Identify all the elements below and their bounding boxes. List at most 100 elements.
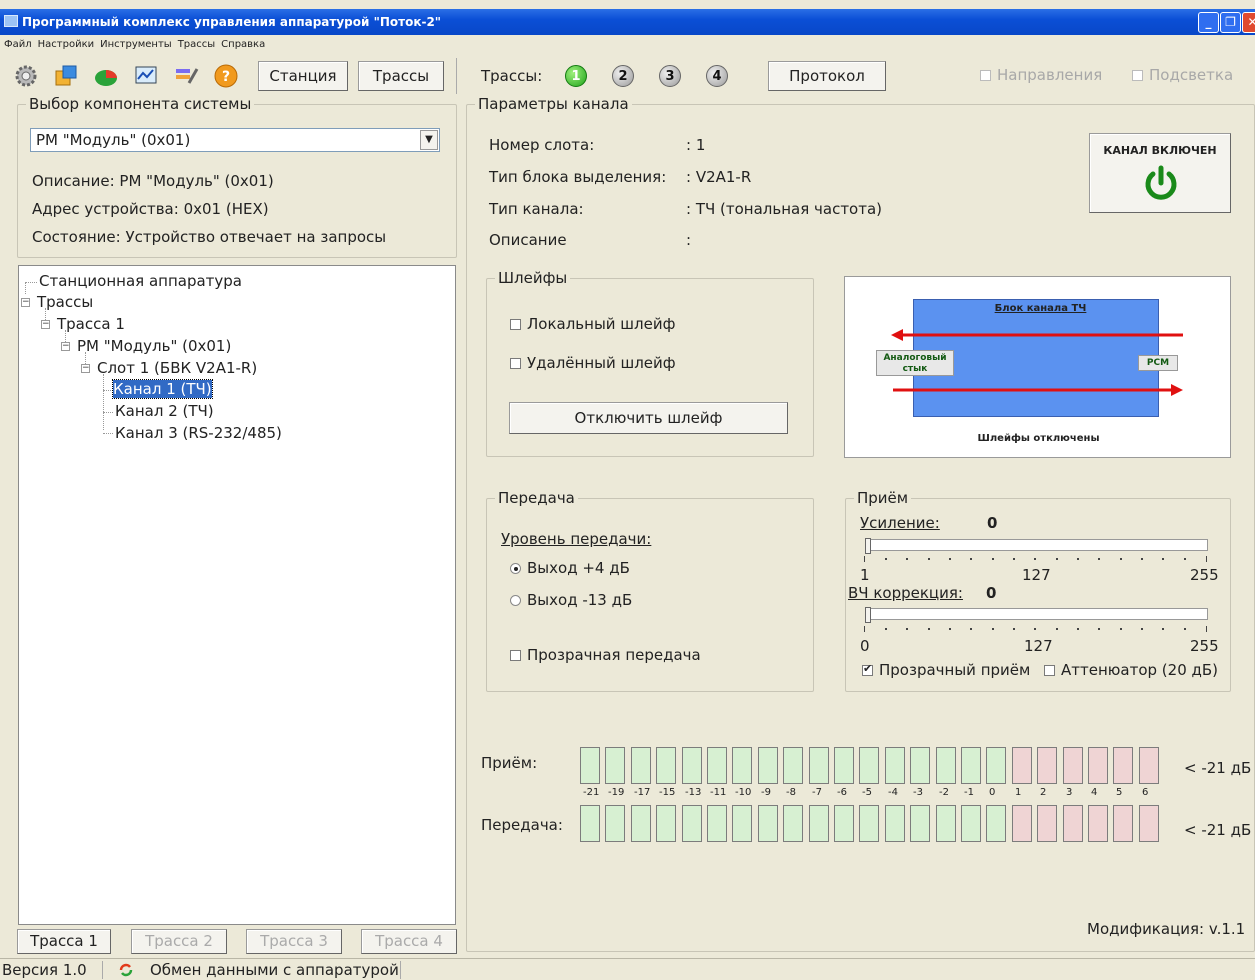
pie-chart-icon[interactable] — [92, 62, 120, 90]
meter-segment — [656, 805, 676, 842]
meter-segment — [1063, 805, 1083, 842]
help-icon[interactable]: ? — [212, 62, 240, 90]
output-minus13-radio[interactable]: Выход -13 дБ — [510, 591, 632, 609]
settings-gear-icon[interactable] — [12, 62, 40, 90]
meter-segment — [707, 805, 727, 842]
toolbar: ? Станция Трассы Трассы: 1 2 3 4 Протоко… — [0, 55, 1255, 95]
meter-segment — [885, 747, 905, 784]
tab-track4[interactable]: Трасса 4 — [361, 929, 457, 954]
restore-button[interactable]: ❐ — [1220, 12, 1241, 33]
local-loop-checkbox[interactable]: Локальный шлейф — [510, 315, 675, 333]
gain-slider-ticks — [864, 556, 1207, 562]
tx-meter-label: Передача: — [481, 816, 563, 834]
meter-scale-label: -15 — [659, 787, 676, 798]
gain-slider-thumb[interactable] — [865, 538, 871, 554]
meter-segment — [605, 805, 625, 842]
meter-segment — [986, 747, 1006, 784]
menu-tracks[interactable]: Трассы — [178, 39, 215, 50]
meter-segment — [783, 805, 803, 842]
meter-segment — [1012, 747, 1032, 784]
disable-loop-button[interactable]: Отключить шлейф — [509, 402, 788, 434]
transparent-receive-checkbox[interactable]: Прозрачный приём — [862, 661, 1030, 679]
dropdown-arrow-icon[interactable]: ▼ — [420, 130, 438, 150]
meter-segment — [936, 805, 956, 842]
meter-scale: -21 -19 -17 -15 -13 -11 -10 -9 -8 -7 -6 -5 -4 -3 -2 -1 0… — [580, 787, 1170, 801]
meter-scale-label: -21 — [583, 787, 600, 798]
tree-item-rm-module[interactable]: РМ "Модуль" (0x01) — [77, 337, 231, 355]
menu-help[interactable]: Справка — [221, 39, 265, 50]
tools-icon[interactable] — [172, 62, 200, 90]
component-select[interactable]: РМ "Модуль" (0x01) ▼ — [30, 128, 440, 152]
tab-track1[interactable]: Трасса 1 — [17, 929, 111, 954]
output-plus4-radio[interactable]: Выход +4 дБ — [510, 559, 630, 577]
meter-scale-label: -11 — [710, 787, 727, 798]
meter-segment — [631, 747, 651, 784]
remote-loop-check-icon — [510, 358, 521, 369]
meter-scale-label: -17 — [634, 787, 651, 798]
monitor-graph-icon[interactable] — [132, 62, 160, 90]
description-value: РМ "Модуль" (0x01) — [119, 172, 274, 190]
channel-type-label: Тип канала: — [489, 200, 584, 218]
meter-scale-label: -3 — [913, 787, 923, 798]
rx-meter-label: Приём: — [481, 754, 538, 772]
transparent-transmit-checkbox[interactable]: Прозрачная передача — [510, 646, 701, 664]
meter-segment — [834, 747, 854, 784]
tree-expander-track1[interactable]: − — [41, 320, 50, 329]
devices-icon[interactable] — [52, 62, 80, 90]
hf-slider-thumb[interactable] — [865, 607, 871, 623]
modification-label: Модификация: v.1.1 — [1087, 920, 1246, 938]
minimize-button[interactable]: _ — [1198, 12, 1219, 33]
meter-segment — [656, 747, 676, 784]
remote-loop-checkbox[interactable]: Удалённый шлейф — [510, 354, 676, 372]
channel-power-button[interactable]: КАНАЛ ВКЛЮЧЕН — [1089, 133, 1231, 213]
close-button[interactable]: ✕ — [1242, 12, 1255, 33]
tree-item-track1[interactable]: Трасса 1 — [57, 315, 125, 333]
station-button[interactable]: Станция — [258, 61, 348, 91]
protocol-button[interactable]: Протокол — [768, 61, 886, 91]
gain-min: 1 — [860, 566, 870, 584]
hf-correction-slider[interactable] — [865, 607, 1208, 623]
menu-file[interactable]: Файл — [4, 39, 32, 50]
menu-settings[interactable]: Настройки — [38, 39, 94, 50]
address-row: Адрес устройства: 0x01 (HEX) — [32, 200, 269, 218]
tree-expander-tracks[interactable]: − — [21, 298, 30, 307]
meter-segment — [631, 805, 651, 842]
highlight-checkbox[interactable]: Подсветка — [1132, 66, 1233, 84]
gain-slider[interactable] — [865, 538, 1208, 554]
tree-expander-rm[interactable]: − — [61, 342, 70, 351]
meter-segment — [1113, 747, 1133, 784]
transparent-receive-check-icon — [862, 662, 873, 676]
track-2-indicator[interactable]: 2 — [612, 65, 634, 87]
attenuator-checkbox[interactable]: Аттенюатор (20 дБ) — [1044, 661, 1218, 679]
component-select-value: РМ "Модуль" (0x01) — [36, 131, 191, 149]
tracks-button[interactable]: Трассы — [358, 61, 444, 91]
tab-track2[interactable]: Трасса 2 — [131, 929, 227, 954]
transparent-transmit-check-icon — [510, 650, 521, 661]
tree-item-station[interactable]: Станционная аппаратура — [39, 272, 242, 290]
menu-tools[interactable]: Инструменты — [100, 39, 172, 50]
hf-mid: 127 — [1024, 637, 1053, 655]
meter-segment — [605, 747, 625, 784]
loop-diagram: Блок канала ТЧ Аналоговый стык PCM Шлейф… — [844, 276, 1231, 458]
track-3-indicator[interactable]: 3 — [659, 65, 681, 87]
meter-segment — [732, 805, 752, 842]
tab-track3[interactable]: Трасса 3 — [246, 929, 342, 954]
directions-checkbox[interactable]: Направления — [980, 66, 1102, 84]
rx-level-meter — [580, 747, 1170, 785]
track-4-indicator[interactable]: 4 — [706, 65, 728, 87]
tree-item-slot1[interactable]: Слот 1 (БВК V2A1-R) — [97, 359, 257, 377]
track-1-indicator[interactable]: 1 — [565, 65, 587, 87]
meter-segment — [1139, 747, 1159, 784]
meter-segment — [1139, 805, 1159, 842]
tree-item-channel1[interactable]: Канал 1 (ТЧ) — [112, 379, 213, 399]
meter-segment — [682, 805, 702, 842]
tree-item-channel3[interactable]: Канал 3 (RS-232/485) — [115, 424, 282, 442]
transmit-group-label: Передача — [495, 489, 578, 507]
device-tree[interactable]: Станционная аппаратура − Трассы − Трасса… — [18, 265, 456, 925]
tree-item-channel2[interactable]: Канал 2 (ТЧ) — [115, 402, 214, 420]
meter-scale-label: 2 — [1040, 787, 1047, 798]
meter-segment — [1063, 747, 1083, 784]
component-group-label: Выбор компонента системы — [26, 95, 255, 113]
meter-segment — [910, 805, 930, 842]
tree-expander-slot[interactable]: − — [81, 364, 90, 373]
